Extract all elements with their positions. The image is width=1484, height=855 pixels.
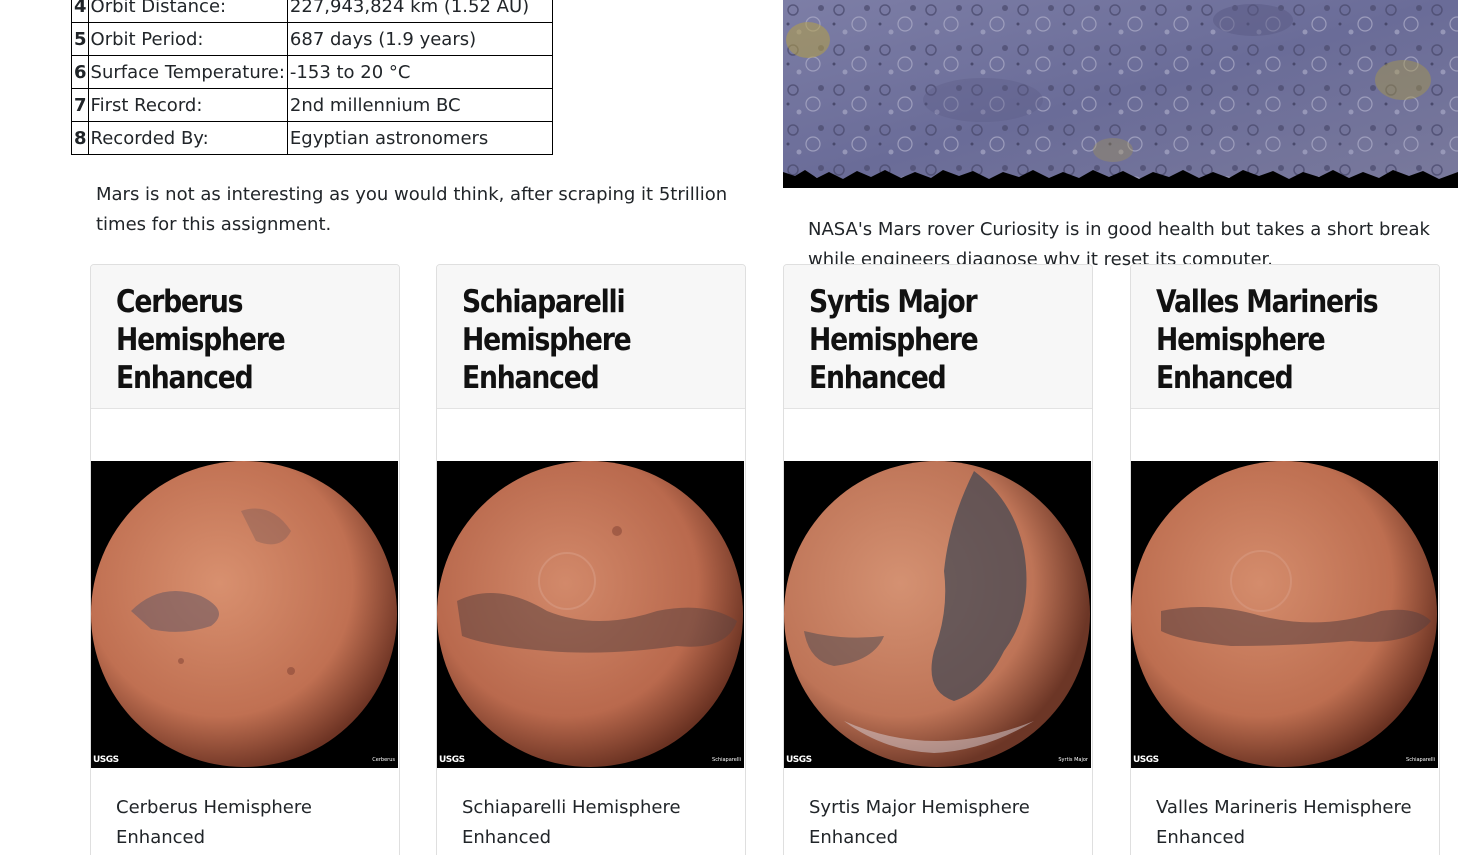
card-text: Syrtis Major Hemisphere Enhanced bbox=[809, 797, 1030, 848]
table-row: 4 Orbit Distance: 227,943,824 km (1.52 A… bbox=[71, 0, 553, 23]
hemisphere-image[interactable]: USGS Schiaparelli bbox=[1131, 461, 1438, 768]
usgs-logo: USGS bbox=[93, 755, 119, 765]
row-index: 6 bbox=[71, 55, 89, 89]
featured-mars-image[interactable] bbox=[783, 0, 1458, 188]
hemisphere-image[interactable]: USGS Syrtis Major bbox=[784, 461, 1091, 768]
hemisphere-card-schiaparelli: Schiaparelli Hemisphere Enhanced USGS Sc… bbox=[436, 264, 746, 855]
hemisphere-card-cerberus: Cerberus Hemisphere Enhanced USGS Cerber bbox=[90, 264, 400, 855]
hemisphere-card-valles-marineris: Valles Marineris Hemisphere Enhanced USG… bbox=[1130, 264, 1440, 855]
image-caption: Schiaparelli bbox=[712, 757, 741, 763]
fact-label: Orbit Period: bbox=[87, 22, 288, 56]
usgs-logo: USGS bbox=[439, 755, 465, 765]
hemisphere-image[interactable]: USGS Schiaparelli bbox=[437, 461, 744, 768]
usgs-logo: USGS bbox=[1133, 755, 1159, 765]
fact-label: Recorded By: bbox=[87, 121, 288, 155]
page: 4 Orbit Distance: 227,943,824 km (1.52 A… bbox=[0, 0, 1484, 855]
card-title: Cerberus Hemisphere Enhanced bbox=[116, 284, 286, 396]
hemisphere-image[interactable]: USGS Cerberus bbox=[91, 461, 398, 768]
row-index: 4 bbox=[71, 0, 89, 23]
card-header: Syrtis Major Hemisphere Enhanced bbox=[784, 265, 1092, 409]
fact-label: Surface Temperature: bbox=[87, 55, 288, 89]
news-teaser-text: NASA's Mars rover Curiosity is in good h… bbox=[808, 219, 1430, 269]
mars-comment-text: Mars is not as interesting as you would … bbox=[96, 184, 728, 235]
card-title: Schiaparelli Hemisphere Enhanced bbox=[462, 284, 632, 396]
usgs-logo: USGS bbox=[786, 755, 812, 765]
fact-value: 687 days (1.9 years) bbox=[286, 22, 553, 56]
card-title: Valles Marineris Hemisphere Enhanced bbox=[1156, 284, 1379, 396]
image-caption: Schiaparelli bbox=[1406, 757, 1435, 763]
card-text: Valles Marineris Hemisphere Enhanced bbox=[1156, 797, 1412, 848]
fact-value: Egyptian astronomers bbox=[286, 121, 553, 155]
row-index: 8 bbox=[71, 121, 89, 155]
card-header: Valles Marineris Hemisphere Enhanced bbox=[1131, 265, 1439, 409]
table-row: 6 Surface Temperature: -153 to 20 °C bbox=[71, 55, 553, 89]
table-row: 7 First Record: 2nd millennium BC bbox=[71, 88, 553, 122]
fact-value: 227,943,824 km (1.52 AU) bbox=[286, 0, 553, 23]
card-header: Schiaparelli Hemisphere Enhanced bbox=[437, 265, 745, 409]
table-row: 5 Orbit Period: 687 days (1.9 years) bbox=[71, 22, 553, 56]
fact-label: First Record: bbox=[87, 88, 288, 122]
row-index: 7 bbox=[71, 88, 89, 122]
fact-label: Orbit Distance: bbox=[87, 0, 288, 23]
image-caption: Cerberus bbox=[372, 757, 395, 763]
fact-value: 2nd millennium BC bbox=[286, 88, 553, 122]
card-header: Cerberus Hemisphere Enhanced bbox=[91, 265, 399, 409]
hemisphere-card-syrtis-major: Syrtis Major Hemisphere Enhanced USGS Sy… bbox=[783, 264, 1093, 855]
card-title: Syrtis Major Hemisphere Enhanced bbox=[809, 284, 979, 396]
card-text: Cerberus Hemisphere Enhanced bbox=[116, 797, 312, 848]
fact-value: -153 to 20 °C bbox=[286, 55, 553, 89]
mars-facts-table: 4 Orbit Distance: 227,943,824 km (1.52 A… bbox=[71, 0, 553, 155]
row-index: 5 bbox=[71, 22, 89, 56]
image-caption: Syrtis Major bbox=[1058, 757, 1088, 763]
card-text: Schiaparelli Hemisphere Enhanced bbox=[462, 797, 681, 848]
table-row: 8 Recorded By: Egyptian astronomers bbox=[71, 121, 553, 155]
